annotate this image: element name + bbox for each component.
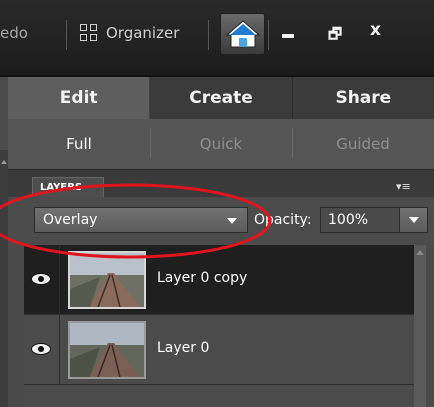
opacity-value: 100% bbox=[328, 212, 369, 228]
redo-button[interactable]: edo bbox=[0, 24, 28, 42]
home-icon bbox=[225, 20, 261, 48]
tab-create[interactable]: Create bbox=[150, 77, 293, 119]
chevron-down-icon bbox=[227, 218, 237, 224]
layer-thumbnail bbox=[68, 321, 146, 379]
edit-subtabs: Full Quick Guided bbox=[8, 119, 434, 169]
blend-mode-select[interactable]: Overlay bbox=[34, 207, 248, 233]
layers-panel-header: LAYERS ▾≡ bbox=[8, 169, 434, 198]
blend-mode-value: Overlay bbox=[43, 212, 98, 228]
eye-icon bbox=[31, 273, 51, 285]
visibility-toggle[interactable] bbox=[24, 245, 60, 315]
visibility-toggle[interactable] bbox=[24, 315, 60, 385]
home-button[interactable] bbox=[220, 13, 265, 55]
layers-list: Layer 0 copy Layer 0 bbox=[8, 245, 434, 407]
layer-thumbnail-image bbox=[70, 253, 144, 307]
toolbar-divider bbox=[268, 20, 269, 50]
layer-thumbnail-image bbox=[70, 323, 144, 377]
scroll-up-icon[interactable] bbox=[416, 250, 424, 255]
title-bar: edo Organizer 🗗 x bbox=[0, 0, 434, 77]
subtab-full[interactable]: Full bbox=[8, 135, 150, 153]
mode-tabs: Edit Create Share bbox=[8, 77, 434, 119]
subtab-quick[interactable]: Quick bbox=[150, 128, 292, 158]
tab-share[interactable]: Share bbox=[293, 77, 434, 119]
chevron-down-icon bbox=[409, 217, 419, 223]
layer-name: Layer 0 bbox=[157, 340, 210, 356]
toolbar-divider bbox=[66, 20, 67, 50]
subtab-guided[interactable]: Guided bbox=[292, 128, 434, 158]
layers-list-empty-area bbox=[24, 385, 414, 407]
panel-menu-icon[interactable]: ▾≡ bbox=[396, 180, 411, 193]
blend-controls: Overlay Opacity: 100% bbox=[8, 197, 434, 245]
layer-name: Layer 0 copy bbox=[157, 270, 248, 286]
organizer-button[interactable]: Organizer bbox=[106, 24, 179, 42]
opacity-dropdown-button[interactable] bbox=[399, 207, 428, 233]
layers-panel-tab[interactable]: LAYERS bbox=[32, 177, 104, 198]
tab-edit[interactable]: Edit bbox=[8, 77, 151, 119]
eye-icon bbox=[31, 343, 51, 355]
opacity-label: Opacity: bbox=[254, 212, 312, 228]
minimize-button[interactable] bbox=[282, 34, 294, 38]
scroll-up-icon[interactable] bbox=[1, 160, 7, 164]
left-scroll-track[interactable] bbox=[0, 150, 8, 407]
layer-row[interactable]: Layer 0 bbox=[24, 315, 414, 385]
layers-scrollbar[interactable] bbox=[414, 245, 426, 407]
restore-button[interactable]: 🗗 bbox=[328, 24, 342, 49]
close-button[interactable]: x bbox=[370, 20, 381, 40]
toolbar-divider bbox=[208, 20, 209, 50]
layer-thumbnail bbox=[68, 251, 146, 309]
layer-row-selected[interactable]: Layer 0 copy bbox=[24, 245, 414, 315]
organizer-grid-icon[interactable] bbox=[80, 24, 98, 42]
